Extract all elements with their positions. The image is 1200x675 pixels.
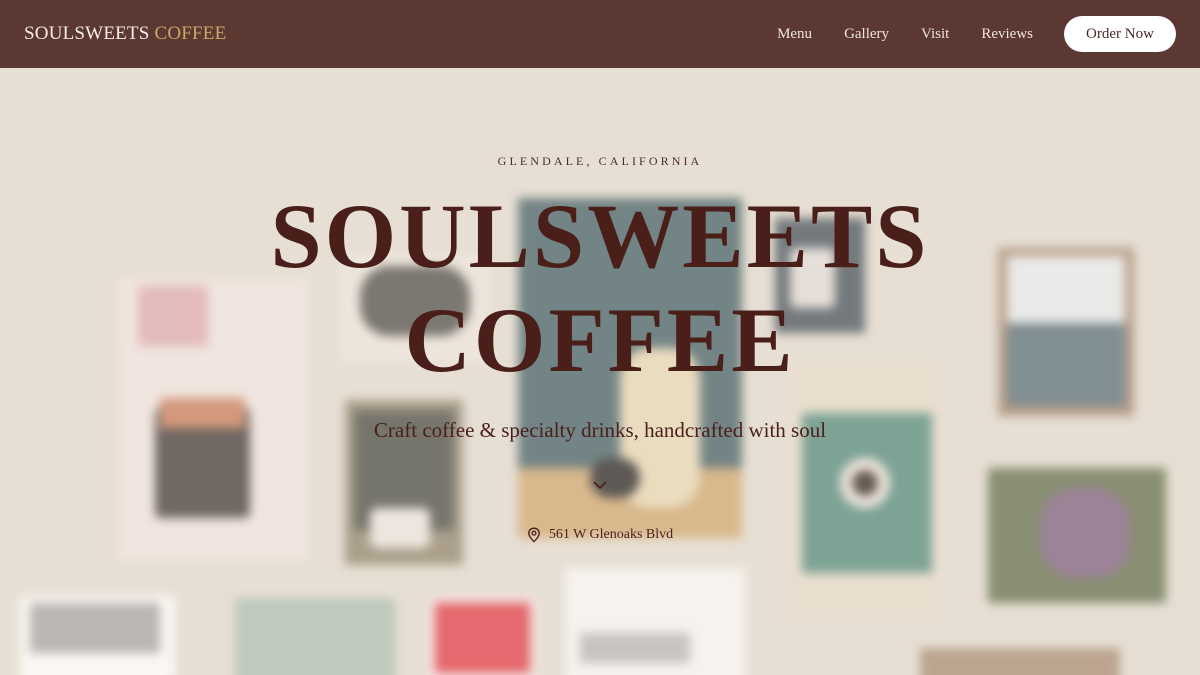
- hero-content: GLENDALE, CALIFORNIA SOULSWEETS COFFEE C…: [0, 68, 1200, 675]
- chevron-down-icon[interactable]: [590, 476, 610, 496]
- map-pin-icon: [527, 527, 540, 543]
- address-line: 561 W Glenoaks Blvd: [0, 527, 1200, 543]
- hero-title-line-1: SOULSWEETS: [270, 185, 930, 287]
- brand-logo[interactable]: SOULSWEETS COFFEE: [24, 23, 226, 45]
- hero-title: SOULSWEETS COFFEE: [0, 184, 1200, 392]
- nav-link-visit[interactable]: Visit: [921, 26, 949, 43]
- order-now-button[interactable]: Order Now: [1064, 16, 1176, 52]
- brand-accent-word: COFFEE: [154, 23, 227, 44]
- site-header: SOULSWEETS COFFEE Menu Gallery Visit Rev…: [0, 0, 1200, 68]
- nav-link-reviews[interactable]: Reviews: [981, 26, 1033, 43]
- nav-link-menu[interactable]: Menu: [777, 26, 812, 43]
- brand-name: SOULSWEETS: [24, 23, 150, 44]
- hero-tagline: Craft coffee & specialty drinks, handcra…: [373, 418, 827, 442]
- hero-title-line-2: COFFEE: [404, 289, 796, 391]
- location-eyebrow: GLENDALE, CALIFORNIA: [497, 154, 703, 168]
- nav-link-gallery[interactable]: Gallery: [844, 26, 889, 43]
- main-nav: Menu Gallery Visit Reviews: [777, 26, 1033, 43]
- address-text: 561 W Glenoaks Blvd: [548, 527, 674, 542]
